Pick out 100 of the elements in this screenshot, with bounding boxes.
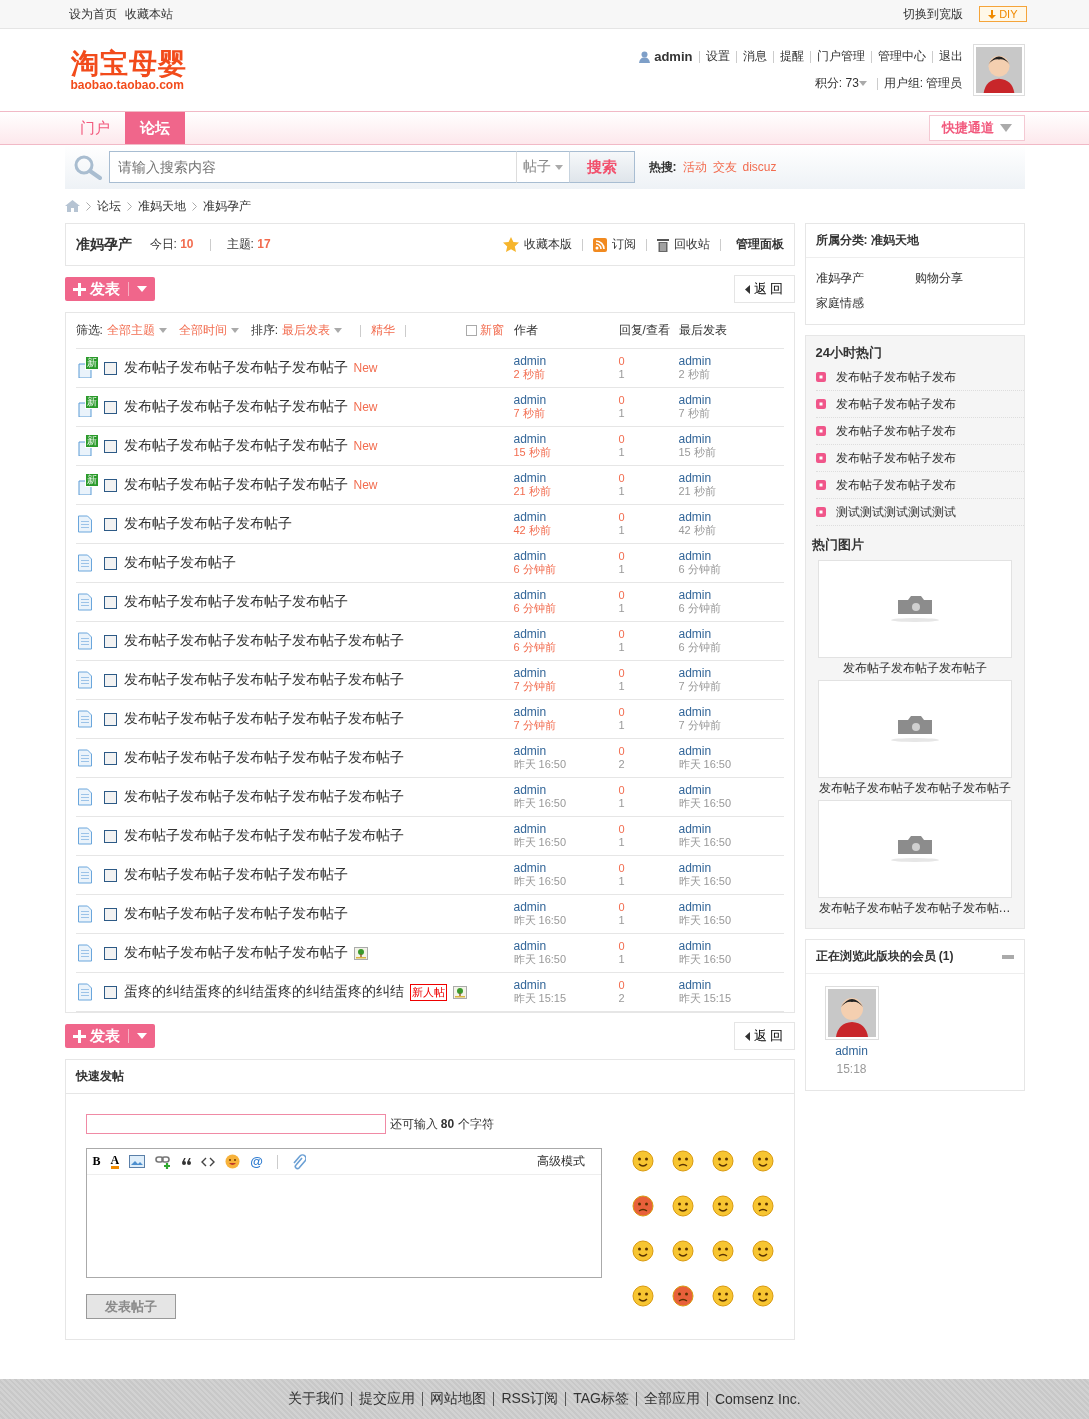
author-link[interactable]: admin: [513, 355, 619, 368]
emoticon-icon[interactable]: [751, 1285, 774, 1307]
author-link[interactable]: admin: [513, 433, 619, 446]
last-poster-link[interactable]: admin: [678, 667, 784, 680]
last-poster-link[interactable]: admin: [678, 355, 784, 368]
thread-title-link[interactable]: 发布帖子发布帖子发布帖子发布帖子: [123, 944, 348, 962]
emoticon-icon[interactable]: [671, 1285, 694, 1307]
preview-icon[interactable]: [103, 790, 117, 804]
user-menu-link[interactable]: 门户管理: [816, 48, 865, 65]
back-button[interactable]: 返 回: [733, 1022, 795, 1050]
last-poster-link[interactable]: admin: [678, 862, 784, 875]
last-poster-link[interactable]: admin: [678, 745, 784, 758]
author-link[interactable]: admin: [513, 940, 619, 953]
last-poster-link[interactable]: admin: [678, 589, 784, 602]
subforum-link[interactable]: 家庭情感: [815, 295, 915, 312]
picture-caption-link[interactable]: 发布帖子发布帖子发布帖子发布帖…: [818, 898, 1011, 918]
emoticon-icon[interactable]: [631, 1285, 654, 1307]
emoticon-icon[interactable]: [751, 1240, 774, 1262]
recycle-bin-link[interactable]: 回收站: [673, 236, 710, 253]
emoticon-icon[interactable]: [671, 1240, 694, 1262]
thread-title-link[interactable]: 发布帖子发布帖子发布帖子发布帖子发布帖子: [123, 671, 404, 689]
emoticon-icon[interactable]: [631, 1150, 654, 1172]
thread-title-link[interactable]: 发布帖子发布帖子发布帖子发布帖子: [123, 437, 348, 455]
paperclip-icon[interactable]: [291, 1153, 306, 1170]
hot-topic-link[interactable]: 测试测试测试测试测试: [835, 503, 956, 521]
last-poster-link[interactable]: admin: [678, 979, 784, 992]
camera-placeholder-icon[interactable]: [817, 800, 1012, 898]
thread-title-link[interactable]: 发布帖子发布帖子发布帖子发布帖子发布帖子: [123, 632, 404, 650]
points-link[interactable]: 积分: 73: [814, 75, 859, 92]
emoticon-icon[interactable]: [631, 1195, 654, 1217]
subforum-link[interactable]: 准妈孕产: [815, 270, 915, 287]
footer-link[interactable]: 提交应用: [359, 1390, 416, 1408]
link-icon[interactable]: [155, 1154, 173, 1169]
author-link[interactable]: admin: [513, 589, 619, 602]
hot-topic-link[interactable]: 发布帖子发布帖子发布: [835, 368, 956, 386]
preview-icon[interactable]: [103, 595, 117, 609]
thread-title-link[interactable]: 发布帖子发布帖子发布帖子发布帖子发布帖子: [123, 749, 404, 767]
image-icon[interactable]: [129, 1155, 146, 1168]
emoticon-icon[interactable]: [751, 1195, 774, 1217]
camera-placeholder-icon[interactable]: [817, 560, 1012, 658]
author-link[interactable]: admin: [513, 706, 619, 719]
search-field[interactable]: 请输入搜索内容: [108, 151, 516, 183]
thread-title-link[interactable]: 蛋疼的纠结蛋疼的纠结蛋疼的纠结蛋疼的纠结: [123, 983, 404, 1001]
footer-link[interactable]: 关于我们: [288, 1390, 345, 1408]
hot-topic-link[interactable]: 发布帖子发布帖子发布: [835, 395, 956, 413]
author-link[interactable]: admin: [513, 628, 619, 641]
editor-field[interactable]: B A @ 高级模式: [85, 1148, 602, 1278]
author-link[interactable]: admin: [513, 979, 619, 992]
subscribe-link[interactable]: 订阅: [611, 236, 636, 253]
author-link[interactable]: admin: [513, 901, 619, 914]
top-link[interactable]: 收藏本站: [124, 5, 173, 23]
hot-topic-link[interactable]: 发布帖子发布帖子发布: [835, 422, 956, 440]
last-poster-link[interactable]: admin: [678, 628, 784, 641]
preview-icon[interactable]: [103, 478, 117, 492]
preview-icon[interactable]: [103, 673, 117, 687]
last-poster-link[interactable]: admin: [678, 784, 784, 797]
footer-link[interactable]: TAG标签: [573, 1390, 629, 1408]
author-link[interactable]: admin: [513, 511, 619, 524]
subforum-link[interactable]: 购物分享: [914, 270, 1014, 287]
footer-link[interactable]: 网站地图: [430, 1390, 487, 1408]
top-link[interactable]: 设为首页: [68, 5, 117, 23]
thread-title-link[interactable]: 发布帖子发布帖子发布帖子发布帖子: [123, 866, 348, 884]
thread-title-link[interactable]: 发布帖子发布帖子发布帖子发布帖子发布帖子: [123, 788, 404, 806]
author-link[interactable]: admin: [513, 823, 619, 836]
last-poster-link[interactable]: admin: [678, 511, 784, 524]
member-link[interactable]: admin: [835, 1044, 868, 1058]
last-poster-link[interactable]: admin: [678, 433, 784, 446]
search-type-select[interactable]: 帖子: [515, 151, 569, 183]
thread-title-link[interactable]: 发布帖子发布帖子发布帖子发布帖子: [123, 398, 348, 416]
title-field[interactable]: [85, 1114, 386, 1134]
breadcrumb-link[interactable]: 论坛: [96, 197, 121, 215]
author-link[interactable]: admin: [513, 550, 619, 563]
mention-button[interactable]: @: [250, 1154, 263, 1169]
emoticon-icon[interactable]: [711, 1195, 734, 1217]
emoticon-icon[interactable]: [671, 1195, 694, 1217]
thread-title-link[interactable]: 发布帖子发布帖子发布帖子发布帖子发布帖子: [123, 827, 404, 845]
hot-topic-link[interactable]: 发布帖子发布帖子发布: [835, 476, 956, 494]
switch-width-link[interactable]: 切换到宽版: [903, 5, 964, 23]
favorite-link[interactable]: 收藏本版: [523, 236, 572, 253]
last-poster-link[interactable]: admin: [678, 472, 784, 485]
picture-caption-link[interactable]: 发布帖子发布帖子发布帖子发布帖子: [818, 778, 1011, 798]
last-poster-link[interactable]: admin: [678, 823, 784, 836]
quote-icon[interactable]: [182, 1158, 192, 1165]
smiley-icon[interactable]: [225, 1154, 241, 1169]
preview-icon[interactable]: [103, 946, 117, 960]
picture-caption-link[interactable]: 发布帖子发布帖子发布帖子: [842, 658, 987, 678]
thread-title-link[interactable]: 发布帖子发布帖子发布帖子发布帖子: [123, 476, 348, 494]
thread-title-link[interactable]: 发布帖子发布帖子发布帖子发布帖子: [123, 593, 348, 611]
preview-icon[interactable]: [103, 907, 117, 921]
preview-icon[interactable]: [103, 712, 117, 726]
camera-placeholder-icon[interactable]: [817, 680, 1012, 778]
last-poster-link[interactable]: admin: [678, 940, 784, 953]
last-poster-link[interactable]: admin: [678, 706, 784, 719]
preview-icon[interactable]: [103, 517, 117, 531]
preview-icon[interactable]: [103, 634, 117, 648]
footer-link[interactable]: 全部应用: [643, 1390, 700, 1408]
logo-title[interactable]: 淘宝母婴: [70, 49, 187, 79]
admin-panel-link[interactable]: 管理面板: [735, 236, 784, 253]
emoticon-icon[interactable]: [631, 1240, 654, 1262]
advanced-mode-link[interactable]: 高级模式: [536, 1153, 585, 1170]
